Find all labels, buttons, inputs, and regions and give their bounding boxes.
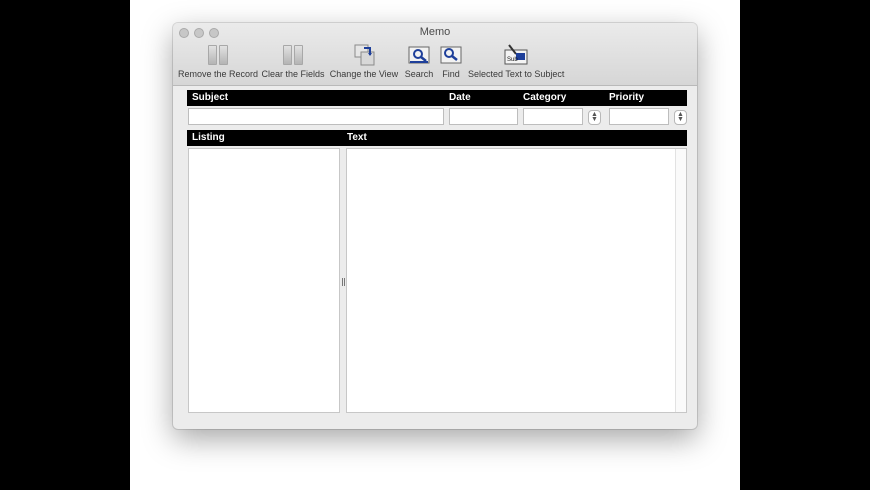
find-label: Find <box>442 69 460 79</box>
pause-icon <box>206 44 230 66</box>
fields-header-bar: Subject Date Category Priority <box>187 90 687 106</box>
search-icon <box>407 44 431 66</box>
priority-stepper[interactable]: ▲ ▼ <box>674 110 687 125</box>
selected-text-to-subject-label: Selected Text to Subject <box>468 69 565 79</box>
selected-text-to-subject-button[interactable]: Sub Selected Text to Subject <box>468 44 564 82</box>
change-view-icon <box>352 44 376 66</box>
category-field[interactable] <box>523 108 583 125</box>
find-button[interactable]: Find <box>438 44 464 82</box>
priority-field[interactable] <box>609 108 669 125</box>
listing-label: Listing <box>192 132 225 143</box>
date-field[interactable] <box>449 108 518 125</box>
search-label: Search <box>404 69 434 79</box>
subject-field[interactable] <box>188 108 444 125</box>
pause-icon <box>281 44 305 66</box>
svg-text:Sub: Sub <box>507 57 518 63</box>
remove-record-button[interactable]: Remove the Record <box>178 44 258 82</box>
date-label: Date <box>449 92 471 103</box>
text-to-subject-icon: Sub <box>504 44 528 66</box>
subject-label: Subject <box>192 92 229 103</box>
remove-record-label: Remove the Record <box>178 69 259 79</box>
text-pane[interactable] <box>346 148 687 413</box>
title-bar: Memo Remove the Record Clear the Fields <box>173 23 697 86</box>
clear-fields-label: Clear the Fields <box>261 69 325 79</box>
panes-header-bar: Listing Text <box>187 130 687 146</box>
clear-fields-button[interactable]: Clear the Fields <box>261 44 325 82</box>
change-view-button[interactable]: Change the View <box>329 44 399 82</box>
category-label: Category <box>523 92 567 103</box>
change-view-label: Change the View <box>329 69 399 79</box>
category-stepper[interactable]: ▲ ▼ <box>588 110 601 125</box>
listing-pane[interactable] <box>188 148 340 413</box>
memo-window: Memo Remove the Record Clear the Fields <box>173 23 697 429</box>
text-label: Text <box>347 132 367 143</box>
priority-label: Priority <box>609 92 645 103</box>
search-button[interactable]: Search <box>402 44 436 82</box>
window-title: Memo <box>419 26 451 38</box>
text-pane-scrollbar[interactable] <box>675 149 686 412</box>
find-icon <box>439 44 463 66</box>
